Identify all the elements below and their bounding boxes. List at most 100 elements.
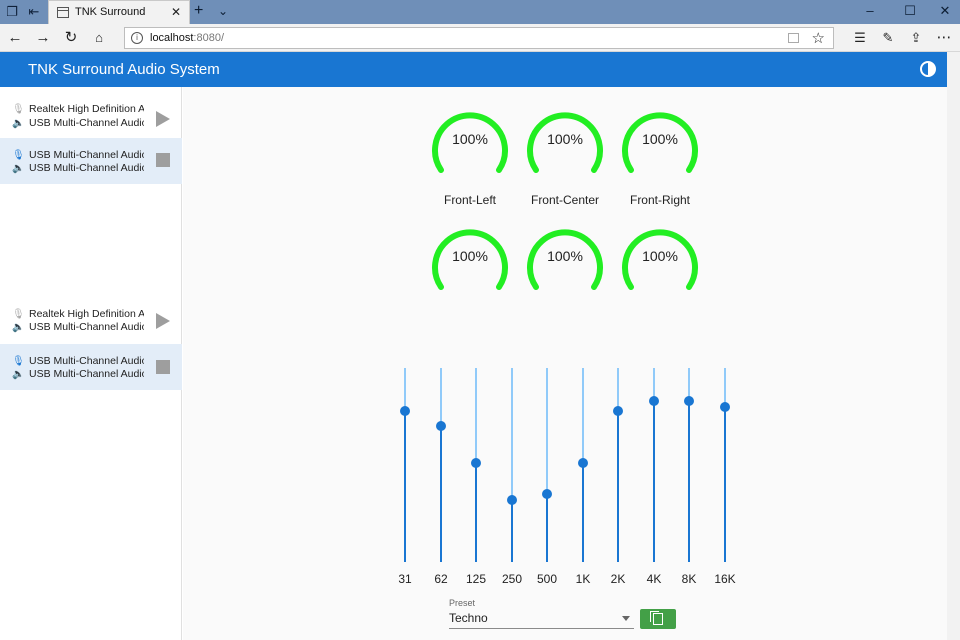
eq-slider-thumb[interactable]: [542, 489, 552, 499]
microphone-icon: 🎙: [12, 309, 25, 320]
gauge-label: Front-Center: [530, 193, 600, 207]
eq-band-label: 250: [501, 572, 523, 586]
eq-slider-thumb[interactable]: [613, 406, 623, 416]
play-icon[interactable]: [156, 313, 170, 329]
channel-gauge[interactable]: 100%: [620, 221, 700, 291]
channel-gauge[interactable]: 100%: [525, 221, 605, 291]
speaker-icon: 🔈: [12, 322, 25, 333]
close-window-button[interactable]: ✕: [930, 3, 960, 19]
gauge-value: 100%: [642, 248, 678, 264]
tab-manager-icon[interactable]: ❐: [4, 4, 20, 20]
site-info-icon[interactable]: i: [131, 32, 143, 44]
input-device-name: USB Multi-Channel Audio: [29, 149, 144, 161]
gauge-value: 100%: [452, 131, 488, 147]
output-device-line: 🔈 USB Multi-Channel Audio: [12, 368, 144, 380]
eq-band-125[interactable]: 125: [466, 368, 486, 588]
device-pair-item[interactable]: 🎙 Realtek High Definition Audio 🔈 USB Mult…: [0, 96, 182, 142]
preset-value: Techno: [449, 611, 488, 625]
eq-slider-thumb[interactable]: [578, 458, 588, 468]
eq-band-label: 2K: [610, 572, 626, 586]
copy-icon: [650, 611, 663, 625]
gauge-value: 100%: [547, 131, 583, 147]
eq-band-8k[interactable]: 8K: [679, 368, 699, 588]
eq-band-label: 125: [465, 572, 487, 586]
copy-preset-button[interactable]: [640, 609, 676, 629]
input-device-name: USB Multi-Channel Audio: [29, 355, 144, 367]
app-title: TNK Surround Audio System: [28, 61, 220, 78]
speaker-icon: 🔈: [12, 118, 25, 129]
reading-view-icon[interactable]: [788, 33, 799, 43]
channel-gauge-front-center[interactable]: 100%: [525, 104, 605, 174]
address-bar[interactable]: i localhost:8080/ ☆: [124, 27, 834, 49]
refresh-icon[interactable]: ↻: [61, 28, 81, 48]
eq-slider-thumb[interactable]: [684, 396, 694, 406]
device-pair-item-active[interactable]: 🎙 USB Multi-Channel Audio 🔈 USB Multi-Chan…: [0, 138, 182, 184]
eq-track-filled: [546, 494, 548, 562]
channel-gauge-front-left[interactable]: 100%: [430, 104, 510, 174]
browser-tab[interactable]: TNK Surround ✕: [48, 0, 190, 24]
eq-band-label: 62: [434, 572, 448, 586]
tab-preview-chevron-icon[interactable]: ⌄: [218, 4, 228, 18]
play-icon[interactable]: [156, 111, 170, 127]
tab-title: TNK Surround: [75, 6, 146, 18]
eq-track-filled: [511, 500, 513, 562]
channel-gauge-front-right[interactable]: 100%: [620, 104, 700, 174]
eq-track-upper: [475, 368, 477, 463]
device-pair-item-active[interactable]: 🎙 USB Multi-Channel Audio 🔈 USB Multi-Chan…: [0, 344, 182, 390]
eq-band-62[interactable]: 62: [431, 368, 451, 588]
new-tab-icon[interactable]: +: [194, 2, 203, 20]
maximize-button[interactable]: ☐: [895, 3, 925, 19]
eq-slider-thumb[interactable]: [507, 495, 517, 505]
navigation-bar: ← → ↻ ⌂ i localhost:8080/ ☆ ☰ ✎ ⇪ ⋯: [0, 24, 960, 52]
eq-band-16k[interactable]: 16K: [714, 368, 736, 588]
home-icon[interactable]: ⌂: [89, 28, 109, 48]
eq-slider-thumb[interactable]: [649, 396, 659, 406]
eq-band-250[interactable]: 250: [502, 368, 522, 588]
microphone-icon: 🎙: [12, 150, 25, 161]
url-rest: :8080/: [193, 32, 225, 44]
dropdown-arrow-icon: [622, 616, 630, 621]
eq-band-500[interactable]: 500: [537, 368, 557, 588]
eq-track-filled: [475, 463, 477, 562]
eq-slider-thumb[interactable]: [436, 421, 446, 431]
stop-icon[interactable]: [156, 360, 170, 374]
channel-gauge[interactable]: 100%: [430, 221, 510, 291]
output-device-name: USB Multi-Channel Audio: [29, 321, 144, 333]
theme-toggle-icon[interactable]: [920, 61, 936, 77]
device-sidebar: 🎙 Realtek High Definition Audio 🔈 USB Mult…: [0, 87, 182, 640]
page-favicon-icon: [57, 7, 69, 18]
eq-band-31[interactable]: 31: [395, 368, 415, 588]
eq-band-4k[interactable]: 4K: [644, 368, 664, 588]
gauge-value: 100%: [642, 131, 678, 147]
input-device-line: 🎙 Realtek High Definition Audio: [12, 308, 144, 320]
eq-band-label: 500: [536, 572, 558, 586]
eq-slider-thumb[interactable]: [400, 406, 410, 416]
stop-icon[interactable]: [156, 153, 170, 167]
url-host: localhost: [150, 32, 194, 44]
eq-slider-thumb[interactable]: [471, 458, 481, 468]
forward-icon[interactable]: →: [33, 28, 53, 48]
eq-track-upper: [440, 368, 442, 426]
output-device-line: 🔈 USB Multi-Channel Audio: [12, 117, 144, 129]
tabs-aside-icon[interactable]: ⇤: [26, 4, 42, 20]
favorites-hub-icon[interactable]: ☰: [850, 28, 870, 48]
more-menu-icon[interactable]: ⋯: [934, 28, 954, 48]
address-text[interactable]: localhost:8080/: [150, 32, 224, 44]
minimize-button[interactable]: –: [855, 3, 885, 18]
back-icon[interactable]: ←: [5, 28, 25, 48]
tab-close-icon[interactable]: ✕: [171, 5, 181, 19]
eq-slider-thumb[interactable]: [720, 402, 730, 412]
eq-band-2k[interactable]: 2K: [608, 368, 628, 588]
speaker-icon: 🔈: [12, 163, 25, 174]
eq-band-1k[interactable]: 1K: [573, 368, 593, 588]
gauge-label: Front-Right: [629, 193, 691, 207]
gauge-value: 100%: [452, 248, 488, 264]
page-scrollbar[interactable]: [947, 52, 960, 640]
device-pair-item[interactable]: 🎙 Realtek High Definition Audio 🔈 USB Mult…: [0, 301, 182, 347]
share-icon[interactable]: ⇪: [906, 28, 926, 48]
favorite-star-icon[interactable]: ☆: [812, 29, 825, 47]
eq-band-label: 16K: [714, 572, 736, 586]
web-note-icon[interactable]: ✎: [878, 28, 898, 48]
preset-select[interactable]: Techno: [449, 609, 634, 629]
eq-track-filled: [404, 411, 406, 562]
